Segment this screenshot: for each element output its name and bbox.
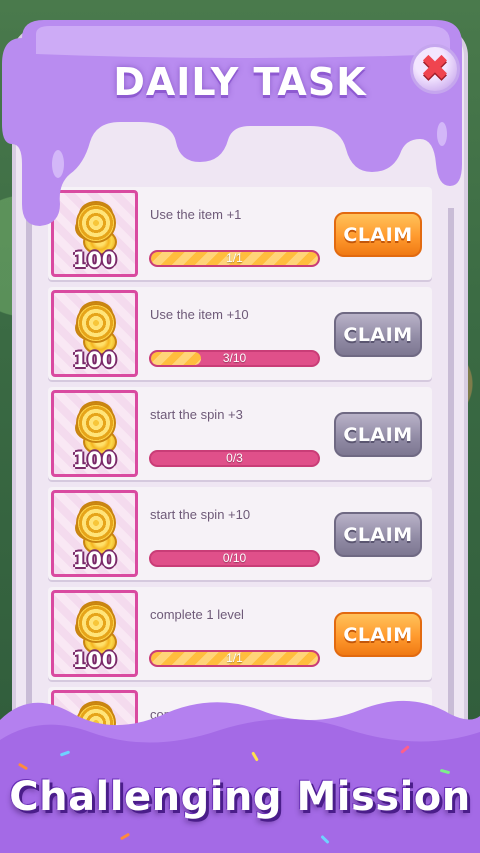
claim-button[interactable]: CLAIM [334,612,422,657]
progress-bar: 1/1 [149,650,320,667]
gold-coins-icon [76,603,116,643]
progress-bar: 1/1 [149,250,320,267]
reward-box: 100 [51,590,138,677]
progress-bar: 0/3 [149,450,320,467]
gold-coins-icon [76,403,116,443]
task-row: 100 start the spin +3 0/3 CLAIM [48,387,432,480]
progress-text: 1/1 [226,651,243,665]
reward-amount: 100 [72,248,117,272]
reward-amount: 100 [72,348,117,372]
reward-amount: 100 [72,548,117,572]
claim-button[interactable]: CLAIM [334,312,422,357]
task-row: 100 complete 1 level 1/1 CLAIM [48,587,432,680]
progress-bar: 0/10 [149,550,320,567]
progress-text: 0/10 [222,551,247,565]
task-row: 100 Use the item +10 3/10 CLAIM [48,287,432,380]
claim-button[interactable]: CLAIM [334,512,422,557]
close-button[interactable]: ✖ [410,44,460,94]
page-title: DAILY TASK [113,60,367,104]
reward-amount: 100 [72,648,117,672]
reward-box: 100 [51,490,138,577]
task-label: start the spin +10 [150,507,251,522]
progress-text: 0/3 [226,451,243,465]
slime-header [2,20,462,226]
gold-coins-icon [76,503,116,543]
reward-box: 100 [51,290,138,377]
reward-amount: 100 [72,448,117,472]
gold-coins-icon [76,303,116,343]
progress-text: 3/10 [222,351,247,365]
progress-text: 1/1 [226,251,243,265]
task-label: complete 1 level [150,607,244,622]
task-label: Use the item +10 [150,307,249,322]
reward-box: 100 [51,390,138,477]
progress-bar: 3/10 [149,350,320,367]
claim-button[interactable]: CLAIM [334,412,422,457]
close-icon: ✖ [419,48,451,89]
task-row: 100 start the spin +10 0/10 CLAIM [48,487,432,580]
bottom-slime-banner [0,700,480,853]
banner-title: Challenging Mission [9,774,471,820]
task-label: start the spin +3 [150,407,243,422]
